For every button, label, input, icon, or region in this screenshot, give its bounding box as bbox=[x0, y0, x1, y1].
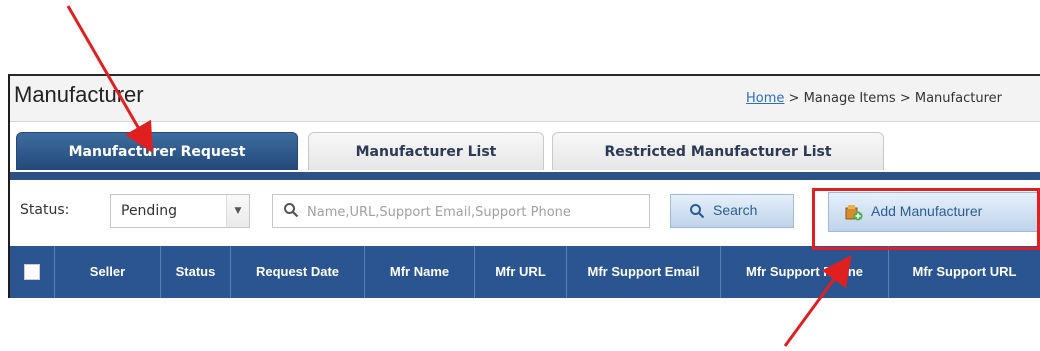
arrow-to-tab bbox=[66, 5, 154, 154]
annotation-arrows bbox=[66, 5, 852, 347]
arrow-to-add-button bbox=[783, 255, 852, 347]
